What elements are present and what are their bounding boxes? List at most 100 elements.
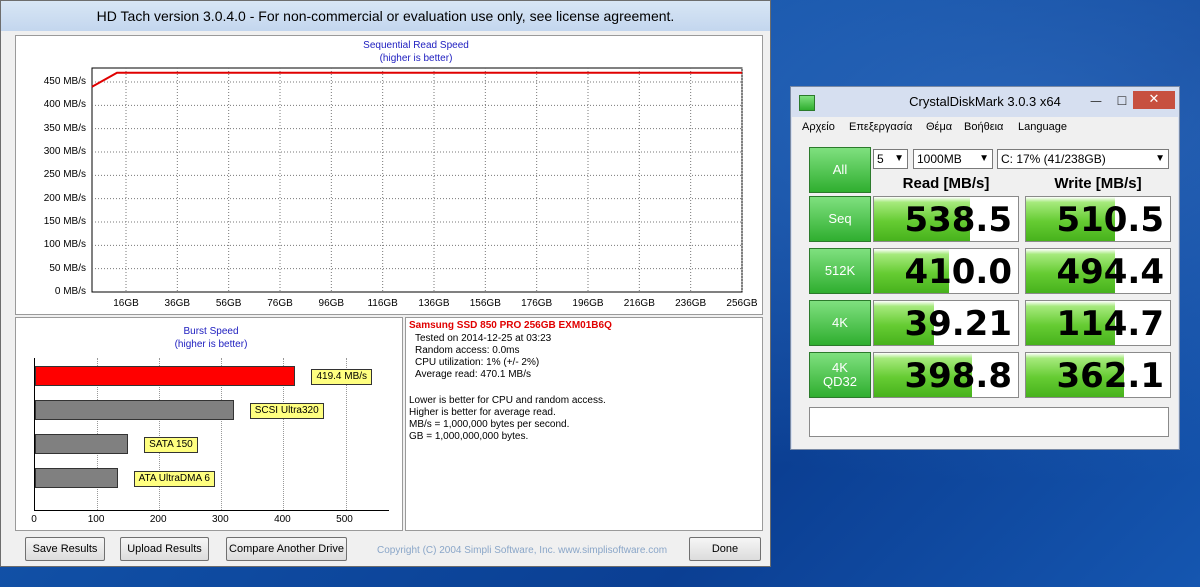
- burst-bar-label: SCSI Ultra320: [249, 403, 324, 419]
- burst-chart-area: 419.4 MB/s SCSI Ultra320 SATA 150 ATA Ultra…: [34, 358, 389, 511]
- menu-language[interactable]: Language: [1018, 121, 1067, 133]
- drive-info-panel: Samsung SSD 850 PRO 256GB EXM01B6Q Teste…: [405, 317, 763, 531]
- seq-x-tick-label: 36GB: [164, 298, 191, 309]
- burst-bar-label: ATA UltraDMA 6: [133, 471, 215, 487]
- read-result-2: 410.0: [873, 248, 1019, 294]
- chevron-down-icon: ▼: [894, 153, 904, 164]
- read-result-value: 398.8: [904, 356, 1012, 396]
- seq-x-tick-label: 76GB: [267, 298, 293, 309]
- seq-x-tick-label: 156GB: [469, 298, 501, 309]
- test-label: 512K: [824, 263, 856, 278]
- comment-field[interactable]: [809, 407, 1169, 437]
- note-cpu: Lower is better for CPU and random acces…: [409, 395, 606, 406]
- seq-x-tick-label: 216GB: [623, 298, 655, 309]
- compare-drive-button[interactable]: Compare Another Drive: [226, 537, 347, 561]
- burst-bar: [35, 366, 296, 386]
- burst-chart-title: Burst Speed: [183, 326, 239, 337]
- seq-x-tick-label: 116GB: [367, 298, 398, 309]
- test-button-4[interactable]: 4K QD32: [809, 352, 871, 398]
- seq-x-tick-label: 236GB: [675, 298, 707, 309]
- sequential-read-chart: [91, 67, 743, 293]
- menu-theme[interactable]: Θέμα: [926, 121, 952, 133]
- burst-x-tick-label: 200: [149, 514, 167, 525]
- sequential-read-panel: Sequential Read Speed (higher is better)…: [15, 35, 763, 315]
- seq-y-tick-label: 300 MB/s: [43, 146, 86, 157]
- test-label: Seq: [828, 211, 852, 226]
- drive-select[interactable]: C: 17% (41/238GB) ▼: [997, 149, 1169, 169]
- test-label: 4K: [832, 315, 848, 330]
- read-result-3: 39.21: [873, 300, 1019, 346]
- seq-y-tick-label: 150 MB/s: [43, 216, 86, 227]
- read-result-4: 398.8: [873, 352, 1019, 398]
- seq-x-tick-label: 176GB: [521, 298, 553, 309]
- seq-x-tick-label: 256GB: [726, 298, 758, 309]
- done-button[interactable]: Done: [689, 537, 761, 561]
- chevron-down-icon: ▼: [1155, 153, 1165, 164]
- cpu-utilization: CPU utilization: 1% (+/- 2%): [415, 357, 540, 368]
- minimize-icon[interactable]: —: [1087, 93, 1105, 109]
- write-result-value: 114.7: [1056, 304, 1164, 344]
- size-select[interactable]: 1000MB ▼: [913, 149, 993, 169]
- burst-bar-label: SATA 150: [144, 437, 198, 453]
- seq-y-tick-label: 50 MB/s: [49, 262, 86, 274]
- note-mbs: MB/s = 1,000,000 bytes per second.: [409, 419, 570, 430]
- write-result-1: 510.5: [1025, 196, 1171, 242]
- menu-help[interactable]: Βοήθεια: [964, 121, 1003, 133]
- write-result-3: 114.7: [1025, 300, 1171, 346]
- size-value: 1000MB: [917, 152, 962, 166]
- test-button-3[interactable]: 4K: [809, 300, 871, 346]
- copyright-text: Copyright (C) 2004 Simpli Software, Inc.…: [377, 545, 668, 556]
- runs-value: 5: [877, 152, 884, 166]
- write-result-value: 510.5: [1056, 200, 1164, 240]
- runs-select[interactable]: 5 ▼: [873, 149, 908, 169]
- seq-y-tick-label: 400 MB/s: [43, 99, 86, 111]
- test-label-2: QD32: [823, 374, 857, 389]
- test-button-2[interactable]: 512K: [809, 248, 871, 294]
- average-read: Average read: 470.1 MB/s: [415, 369, 531, 380]
- maximize-icon[interactable]: ☐: [1113, 93, 1131, 109]
- read-result-value: 410.0: [904, 252, 1012, 292]
- test-button-1[interactable]: Seq: [809, 196, 871, 242]
- note-avg: Higher is better for average read.: [409, 407, 556, 418]
- hdtach-title-bar[interactable]: HD Tach version 3.0.4.0 - For non-commer…: [1, 1, 770, 31]
- read-column-header: Read [MB/s]: [902, 175, 990, 192]
- burst-bar-label: 419.4 MB/s: [311, 369, 373, 385]
- seq-x-tick-label: 136GB: [418, 298, 450, 309]
- save-results-button[interactable]: Save Results: [25, 537, 105, 561]
- drive-model: Samsung SSD 850 PRO 256GB EXM01B6Q: [409, 320, 612, 331]
- write-column-header: Write [MB/s]: [1054, 175, 1142, 192]
- note-gb: GB = 1,000,000,000 bytes.: [409, 431, 529, 442]
- write-result-4: 362.1: [1025, 352, 1171, 398]
- write-result-value: 494.4: [1056, 252, 1164, 292]
- read-result-1: 538.5: [873, 196, 1019, 242]
- burst-bar: [35, 468, 118, 488]
- chevron-down-icon: ▼: [979, 153, 989, 164]
- seq-x-tick-label: 196GB: [572, 298, 604, 309]
- all-button[interactable]: All: [809, 147, 871, 193]
- read-result-value: 39.21: [904, 304, 1012, 344]
- burst-x-tick-label: 400: [274, 514, 291, 525]
- burst-x-tick-label: 500: [336, 514, 353, 525]
- write-result-2: 494.4: [1025, 248, 1171, 294]
- burst-x-tick-label: 0: [31, 514, 37, 525]
- all-label: All: [832, 162, 848, 177]
- read-result-value: 538.5: [904, 200, 1012, 240]
- cdm-menu-bar: Αρχείο Επεξεργασία Θέμα Βοήθεια Language: [792, 117, 1178, 139]
- menu-file[interactable]: Αρχείο: [802, 121, 835, 133]
- burst-x-tick-label: 100: [87, 514, 105, 525]
- upload-results-button[interactable]: Upload Results: [120, 537, 209, 561]
- seq-y-tick-label: 450 MB/s: [43, 76, 86, 87]
- seq-plot-frame: [91, 67, 743, 293]
- seq-y-tick-label: 0 MB/s: [54, 286, 86, 297]
- tested-date: Tested on 2014-12-25 at 03:23: [415, 333, 552, 344]
- seq-x-tick-label: 56GB: [215, 298, 242, 309]
- menu-edit[interactable]: Επεξεργασία: [849, 121, 912, 133]
- seq-y-tick-label: 200 MB/s: [43, 192, 86, 204]
- seq-y-tick-label: 350 MB/s: [43, 122, 86, 134]
- burst-bar: [35, 434, 129, 454]
- cdm-body: All 5 ▼ 1000MB ▼ C: 17% (41/238GB) ▼ Read […: [792, 139, 1178, 449]
- random-access: Random access: 0.0ms: [415, 345, 520, 356]
- burst-x-tick-label: 300: [211, 514, 229, 525]
- seq-y-tick-label: 250 MB/s: [43, 169, 86, 181]
- close-icon[interactable]: ✕: [1133, 91, 1175, 109]
